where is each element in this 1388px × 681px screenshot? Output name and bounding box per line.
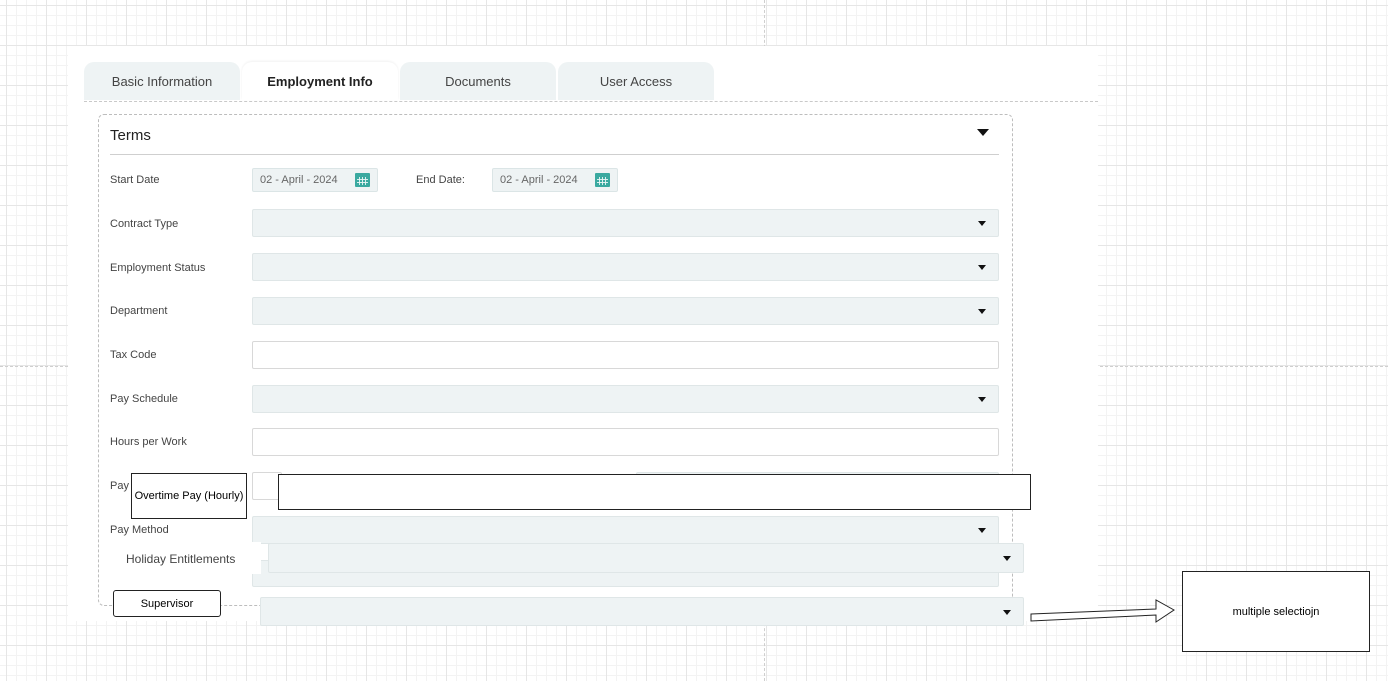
- overtime-pay-input[interactable]: [278, 474, 1031, 510]
- collapse-caret-icon[interactable]: [977, 129, 989, 136]
- supervisor-label: Supervisor: [140, 597, 194, 610]
- department-label: Department: [110, 305, 168, 317]
- chevron-down-icon: [978, 265, 986, 270]
- section-title: Terms: [110, 127, 151, 144]
- supervisor-label-box: Supervisor: [113, 590, 221, 617]
- tax-code-label: Tax Code: [110, 349, 157, 361]
- pay-schedule-label: Pay Schedule: [110, 393, 178, 405]
- tab-label: Basic Information: [111, 73, 213, 89]
- overtime-pay-label-box: Overtime Pay (Hourly): [131, 473, 247, 519]
- chevron-down-icon: [978, 221, 986, 226]
- start-date-value: 02 - April - 2024: [260, 174, 338, 186]
- section-divider: [110, 154, 999, 155]
- start-date-picker[interactable]: 02 - April - 2024: [252, 168, 378, 192]
- chevron-down-icon: [978, 309, 986, 314]
- tab-documents[interactable]: Documents: [400, 62, 556, 100]
- chevron-down-icon: [978, 528, 986, 533]
- calendar-icon[interactable]: [355, 173, 370, 187]
- employment-status-select[interactable]: [252, 253, 999, 281]
- tab-label: User Access: [599, 73, 673, 89]
- contract-type-select[interactable]: [252, 209, 999, 237]
- right-arrow-icon: [1030, 599, 1175, 623]
- end-date-value: 02 - April - 2024: [500, 174, 578, 186]
- pay-method-label: Pay Method: [110, 524, 169, 536]
- hours-per-work-input[interactable]: [252, 428, 999, 456]
- annotation-note: multiple selectiojn: [1182, 571, 1370, 652]
- contract-type-label: Contract Type: [110, 218, 179, 230]
- holiday-entitlements-label: Holiday Entitlements: [126, 552, 236, 566]
- pay-method-select[interactable]: [252, 516, 999, 544]
- hours-per-work-label: Hours per Work: [110, 436, 187, 448]
- overtime-pay-label: Overtime Pay (Hourly): [134, 490, 244, 502]
- chevron-down-icon: [1003, 556, 1011, 561]
- tab-employment-info[interactable]: Employment Info: [242, 62, 398, 100]
- pay-label: Pay: [110, 480, 129, 492]
- pay-schedule-select[interactable]: [252, 385, 999, 413]
- end-date-label: End Date:: [416, 174, 465, 186]
- start-date-label: Start Date: [110, 174, 160, 186]
- tab-divider: [84, 101, 1098, 102]
- tab-basic-information[interactable]: Basic Information: [84, 62, 240, 100]
- chevron-down-icon: [978, 397, 986, 402]
- tax-code-input[interactable]: [252, 341, 999, 369]
- tab-label: Employment Info: [267, 73, 373, 89]
- employment-status-label: Employment Status: [110, 262, 206, 274]
- annotation-text: multiple selectiojn: [1232, 605, 1320, 618]
- department-select[interactable]: [252, 297, 999, 325]
- tab-label: Documents: [445, 73, 511, 89]
- end-date-picker[interactable]: 02 - April - 2024: [492, 168, 618, 192]
- calendar-icon[interactable]: [595, 173, 610, 187]
- holiday-entitlements-select[interactable]: [268, 543, 1024, 573]
- supervisor-select[interactable]: [260, 597, 1024, 626]
- tab-user-access[interactable]: User Access: [558, 62, 714, 100]
- chevron-down-icon: [1003, 610, 1011, 615]
